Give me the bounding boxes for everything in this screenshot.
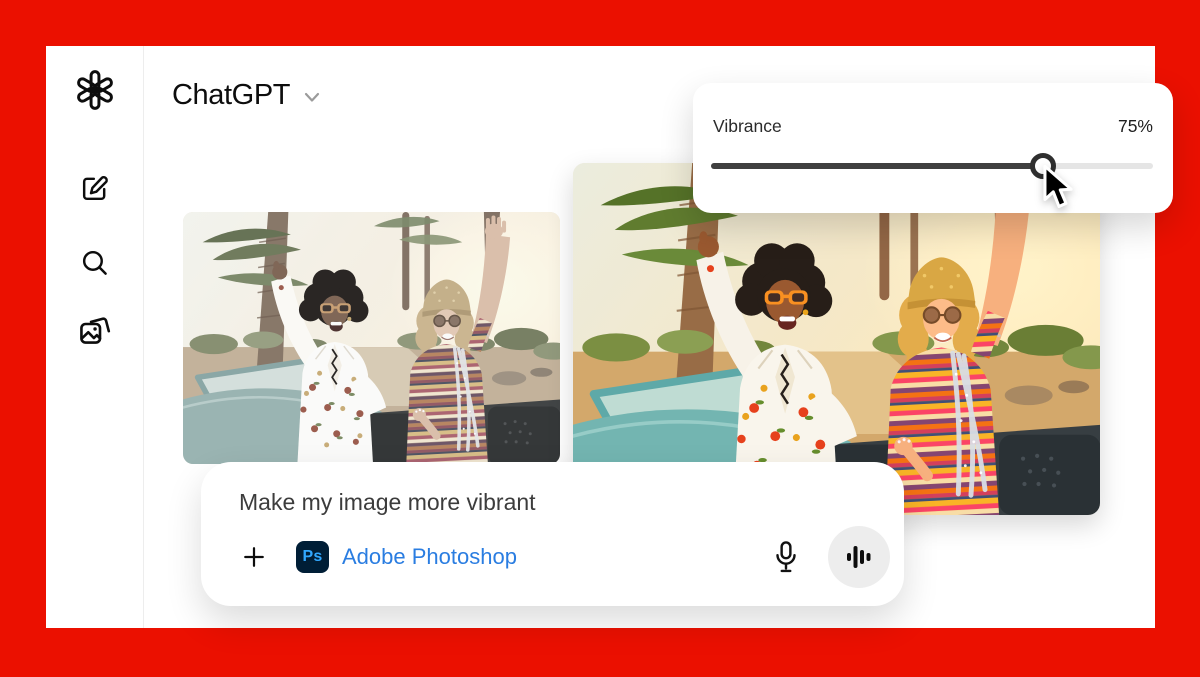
photoshop-plugin-chip[interactable]: Ps Adobe Photoshop <box>296 541 517 573</box>
sidebar <box>46 46 144 628</box>
prompt-input[interactable]: Make my image more vibrant <box>239 488 890 516</box>
vibrance-value: 75% <box>1118 116 1153 137</box>
model-picker[interactable]: ChatGPT <box>172 78 324 112</box>
search-button[interactable] <box>46 244 143 280</box>
voice-mode-button[interactable] <box>828 526 890 588</box>
composer-actions-row: Ps Adobe Photoshop <box>239 526 890 588</box>
add-attachment-button[interactable] <box>239 542 269 572</box>
vibrance-slider[interactable] <box>711 153 1153 179</box>
photoshop-plugin-label: Adobe Photoshop <box>342 544 517 570</box>
search-icon <box>79 247 110 278</box>
page-title: ChatGPT <box>172 78 290 112</box>
vibrance-slider-knob[interactable] <box>1030 153 1056 179</box>
vibrance-slider-fill <box>711 163 1043 169</box>
waveform-icon <box>844 542 874 572</box>
openai-logo-button[interactable] <box>46 68 143 112</box>
brand-frame: { "colors": { "frame_red": "#EB1000", "l… <box>0 0 1200 677</box>
chevron-down-icon <box>300 85 324 109</box>
vibrance-label: Vibrance <box>713 116 782 137</box>
photos-icon <box>78 313 111 346</box>
vibrance-panel: Vibrance 75% <box>693 83 1173 213</box>
openai-logo-icon <box>74 69 116 111</box>
dictate-button[interactable] <box>770 539 802 575</box>
microphone-icon <box>771 540 801 574</box>
library-button[interactable] <box>46 310 143 348</box>
compose-icon <box>79 173 110 204</box>
composer-bar: Make my image more vibrant Ps Adobe Phot… <box>201 462 904 606</box>
before-image[interactable] <box>183 212 560 464</box>
photoshop-badge: Ps <box>296 541 329 573</box>
new-chat-button[interactable] <box>46 170 143 206</box>
plus-icon <box>240 543 268 571</box>
